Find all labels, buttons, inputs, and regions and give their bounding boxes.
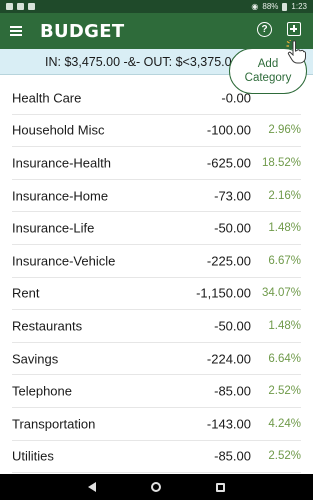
clock: 1:23 [291, 2, 307, 11]
amazon-notification-icon [17, 3, 24, 10]
tooltip-line-1: Add [257, 58, 279, 70]
category-amount: -224.00 [206, 351, 251, 367]
category-row[interactable]: Telephone -85.00 2.52% [12, 375, 301, 408]
battery-icon [282, 2, 288, 11]
category-name: Insurance-Vehicle [12, 253, 116, 269]
category-percent: 18.52% [261, 156, 301, 169]
category-amount: -143.00 [206, 416, 251, 432]
category-row[interactable]: Utilities -85.00 2.52% [12, 441, 301, 474]
summary-text: IN: $3,475.00 -&- OUT: $<3,375.00> [45, 54, 246, 69]
category-row[interactable]: Rent -1,150.00 34.07% [12, 278, 301, 311]
category-percent: 1.48% [268, 222, 301, 235]
notification-icons [6, 3, 35, 10]
help-icon[interactable]: ? [257, 22, 272, 37]
category-percent: 4.24% [268, 417, 301, 430]
category-amount: -73.00 [214, 188, 251, 204]
home-icon[interactable] [150, 482, 161, 492]
category-name: Health Care [12, 90, 82, 106]
battery-percent: 88% [262, 2, 279, 11]
category-name: Insurance-Life [12, 220, 95, 236]
category-name: Telephone [12, 383, 72, 399]
category-list: Health Care -0.00 Household Misc -100.00 2.9… [0, 82, 313, 474]
category-amount: -625.00 [206, 155, 251, 171]
category-percent: 2.16% [268, 189, 301, 202]
category-name: Savings [12, 351, 59, 367]
app-bar: BUDGET ? [0, 13, 313, 49]
category-row[interactable]: Insurance-Health -625.00 18.52% [12, 147, 301, 180]
category-amount: -85.00 [214, 448, 251, 464]
pointing-hand-icon [286, 40, 306, 64]
category-amount: -100.00 [206, 122, 251, 138]
notification-icon [6, 3, 13, 10]
category-amount: -1,150.00 [196, 285, 251, 301]
page-title: BUDGET [40, 20, 125, 42]
category-percent: 1.48% [268, 319, 301, 332]
category-name: Rent [12, 285, 40, 301]
category-percent: 2.96% [268, 124, 301, 137]
category-row[interactable]: Restaurants -50.00 1.48% [12, 310, 301, 343]
category-name: Restaurants [12, 318, 83, 334]
category-name: Insurance-Health [12, 155, 111, 171]
category-amount: -85.00 [214, 383, 251, 399]
recent-apps-icon[interactable] [216, 482, 226, 492]
category-row[interactable]: Insurance-Vehicle -225.00 6.67% [12, 245, 301, 278]
category-percent: 2.52% [268, 450, 301, 463]
category-row[interactable]: Household Misc -100.00 2.96% [12, 115, 301, 148]
category-name: Utilities [12, 448, 54, 464]
category-percent: 6.64% [268, 352, 301, 365]
amazon-notification-icon [28, 3, 35, 10]
category-percent: 34.07% [261, 287, 301, 300]
category-row[interactable]: Savings -224.00 6.64% [12, 343, 301, 376]
category-row[interactable]: Insurance-Life -50.00 1.48% [12, 212, 301, 245]
category-percent: 2.52% [268, 385, 301, 398]
category-name: Household Misc [12, 122, 105, 138]
tooltip-line-2: Category [244, 72, 292, 84]
category-amount: -50.00 [214, 318, 251, 334]
category-name: Insurance-Home [12, 188, 109, 204]
wifi-icon: ◉ [251, 2, 259, 11]
add-category-icon[interactable] [287, 22, 301, 36]
category-amount: -225.00 [206, 253, 251, 269]
system-nav-bar [0, 474, 313, 500]
category-row[interactable]: Insurance-Home -73.00 2.16% [12, 180, 301, 213]
status-bar: ◉ 88% 1:23 [0, 0, 313, 13]
category-row[interactable]: Transportation -143.00 4.24% [12, 408, 301, 441]
back-icon[interactable] [87, 482, 96, 492]
category-amount: -50.00 [214, 220, 251, 236]
category-percent: 6.67% [268, 254, 301, 267]
hamburger-menu-icon[interactable] [10, 26, 22, 36]
category-name: Transportation [12, 416, 96, 432]
